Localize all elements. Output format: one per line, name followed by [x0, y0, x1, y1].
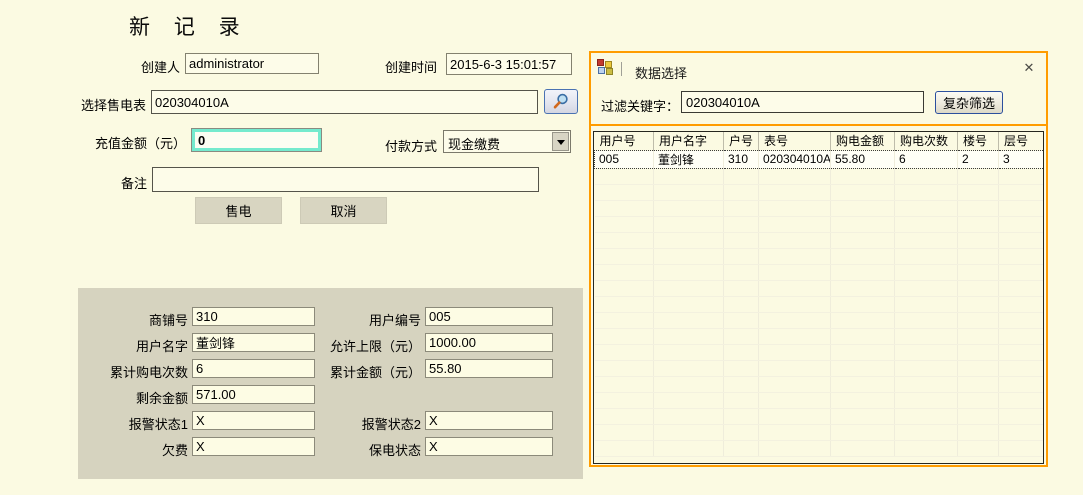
total-amount-input[interactable] — [425, 359, 553, 378]
detail-row: 累计购电次数 累计金额（元） — [78, 359, 583, 380]
table-empty-row — [594, 216, 1043, 233]
col-building-number[interactable]: 楼号 — [957, 132, 999, 150]
cancel-button[interactable]: 取消 — [300, 197, 387, 224]
table-empty-row — [594, 248, 1043, 265]
alarm-status2-label: 报警状态2 — [361, 417, 421, 432]
detail-row: 剩余金额 — [78, 385, 583, 406]
meter-grid: 用户号 用户名字 户号 表号 购电金额 购电次数 楼号 层号 005 董剑锋 3 — [593, 131, 1044, 464]
table-empty-row — [594, 280, 1043, 297]
sell-button[interactable]: 售电 — [195, 197, 282, 224]
panel-divider — [591, 124, 1046, 126]
purchase-count-input[interactable] — [192, 359, 315, 378]
table-empty-row — [594, 184, 1043, 201]
new-record-window: 新 记 录 创建人 创建时间 选择售电表 充值金额（元） 付款方式 现金缴费 备… — [0, 0, 1083, 495]
table-empty-row — [594, 440, 1043, 457]
detail-row: 用户名字 允许上限（元） — [78, 333, 583, 354]
allowed-limit-input[interactable] — [425, 333, 553, 352]
alarm-status2-input[interactable] — [425, 411, 553, 430]
user-id-input[interactable] — [425, 307, 553, 326]
table-empty-row — [594, 232, 1043, 249]
creator-input[interactable] — [185, 53, 319, 74]
chevron-down-icon — [557, 140, 565, 145]
table-empty-row — [594, 296, 1043, 313]
created-time-input[interactable] — [446, 53, 572, 75]
table-empty-row — [594, 408, 1043, 425]
alarm-status1-input[interactable] — [192, 411, 315, 430]
recharge-amount-input[interactable] — [191, 128, 322, 152]
payment-method-label: 付款方式 — [384, 139, 437, 154]
allowed-limit-label: 允许上限（元） — [329, 339, 421, 354]
detail-row: 商铺号 用户编号 — [78, 307, 583, 328]
purchase-count-label: 累计购电次数 — [109, 365, 188, 380]
combo-dropdown-button[interactable] — [552, 132, 569, 151]
remark-input[interactable] — [152, 167, 539, 192]
filter-keyword-label: 过滤关键字： — [601, 99, 680, 114]
filter-keyword-input[interactable] — [681, 91, 924, 113]
table-empty-row — [594, 376, 1043, 393]
arrears-label: 欠费 — [161, 443, 188, 458]
remark-label: 备注 — [120, 176, 147, 191]
form-window-icon — [597, 59, 613, 75]
detail-row: 欠费 保电状态 — [78, 437, 583, 458]
page-title: 新 记 录 — [129, 16, 249, 39]
col-purchase-count[interactable]: 购电次数 — [894, 132, 958, 150]
user-id-label: 用户编号 — [368, 313, 421, 328]
alarm-status1-label: 报警状态1 — [128, 417, 188, 432]
table-empty-row — [594, 344, 1043, 361]
panel-title: 数据选择 — [635, 66, 688, 81]
titlebar-separator — [621, 62, 622, 76]
table-row-selected[interactable]: 005 董剑锋 310 020304010A 55.80 6 2 3 — [594, 149, 1043, 169]
complex-filter-button[interactable]: 复杂筛选 — [935, 91, 1003, 114]
account-detail-panel: 商铺号 用户编号 用户名字 允许上限（元） 累计购电次数 累计金额（元） 剩余金… — [78, 288, 583, 479]
shop-number-label: 商铺号 — [148, 313, 188, 328]
meter-select-label: 选择售电表 — [80, 98, 146, 113]
meter-search-button[interactable] — [544, 89, 578, 114]
table-empty-row — [594, 360, 1043, 377]
arrears-input[interactable] — [192, 437, 315, 456]
created-time-label: 创建时间 — [384, 60, 437, 75]
remaining-amount-label: 剩余金额 — [135, 391, 188, 406]
payment-method-select[interactable]: 现金缴费 — [443, 130, 571, 153]
table-empty-row — [594, 264, 1043, 281]
power-protect-input[interactable] — [425, 437, 553, 456]
shop-number-input[interactable] — [192, 307, 315, 326]
user-name-label: 用户名字 — [135, 339, 188, 354]
recharge-amount-label: 充值金额（元） — [94, 136, 186, 151]
creator-label: 创建人 — [140, 60, 180, 75]
table-empty-row — [594, 200, 1043, 217]
col-floor-number[interactable]: 层号 — [998, 132, 1043, 150]
remaining-amount-input[interactable] — [192, 385, 315, 404]
payment-method-value: 现金缴费 — [448, 137, 501, 152]
grid-header-row: 用户号 用户名字 户号 表号 购电金额 购电次数 楼号 层号 — [594, 132, 1043, 150]
col-purchase-amount[interactable]: 购电金额 — [830, 132, 895, 150]
col-user-number[interactable]: 用户号 — [594, 132, 654, 150]
grid-body: 005 董剑锋 310 020304010A 55.80 6 2 3 — [594, 149, 1043, 457]
meter-select-input[interactable] — [151, 90, 538, 114]
col-user-name[interactable]: 用户名字 — [653, 132, 724, 150]
magnifier-icon — [551, 93, 571, 110]
col-meter-number[interactable]: 表号 — [758, 132, 831, 150]
col-household-number[interactable]: 户号 — [723, 132, 759, 150]
table-empty-row — [594, 392, 1043, 409]
data-selection-panel: 数据选择 ✕ 过滤关键字： 复杂筛选 用户号 用户名字 户号 表号 购电 — [589, 51, 1048, 467]
table-empty-row — [594, 328, 1043, 345]
panel-titlebar: 数据选择 ✕ — [591, 53, 1046, 85]
detail-row: 报警状态1 报警状态2 — [78, 411, 583, 432]
power-protect-label: 保电状态 — [368, 443, 421, 458]
table-empty-row — [594, 312, 1043, 329]
total-amount-label: 累计金额（元） — [329, 365, 421, 380]
table-empty-row — [594, 168, 1043, 185]
close-icon[interactable]: ✕ — [1021, 60, 1037, 76]
user-name-input[interactable] — [192, 333, 315, 352]
table-empty-row — [594, 424, 1043, 441]
